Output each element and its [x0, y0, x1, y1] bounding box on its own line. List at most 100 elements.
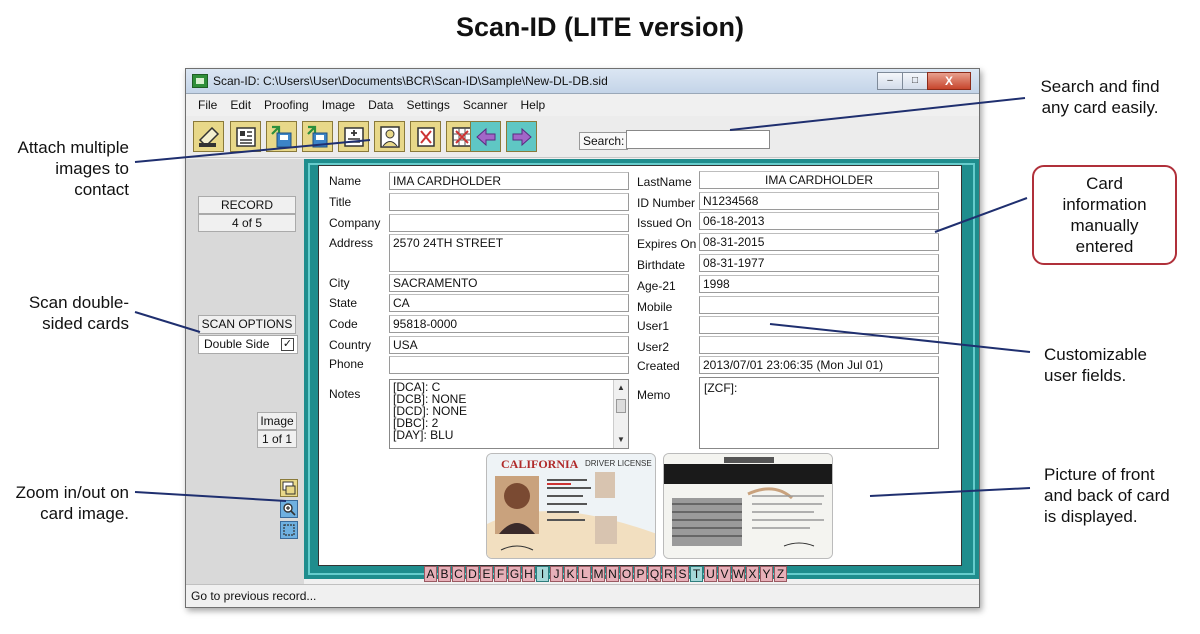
notes-field[interactable]: [DCA]: C [DCB]: NONE [DCD]: NONE [DBC]: 2 [D… [389, 379, 629, 449]
card-frame: Name Title Company Address City State Co… [304, 159, 979, 579]
alphabet-tab-o[interactable]: O [620, 566, 633, 582]
alphabet-tab-e[interactable]: E [480, 566, 493, 582]
contact-photo-icon[interactable] [374, 121, 405, 152]
lastname-label: LastName [637, 175, 692, 189]
alphabet-tab-w[interactable]: W [732, 566, 745, 582]
company-field[interactable] [389, 214, 629, 232]
alphabet-tab-u[interactable]: U [704, 566, 717, 582]
double-side-option[interactable]: Double Side ✓ [198, 335, 298, 354]
zoom-in-icon[interactable] [280, 500, 298, 518]
menu-data[interactable]: Data [362, 95, 400, 115]
scroll-up-icon[interactable]: ▲ [617, 382, 625, 394]
menu-image[interactable]: Image [316, 95, 362, 115]
lastname-field[interactable]: IMA CARDHOLDER [699, 171, 939, 189]
alphabet-tab-a[interactable]: A [424, 566, 437, 582]
alphabet-tab-z[interactable]: Z [774, 566, 787, 582]
alphabet-tab-m[interactable]: M [592, 566, 605, 582]
alphabet-tab-v[interactable]: V [718, 566, 731, 582]
country-label: Country [329, 338, 372, 352]
app-window: Scan-ID: C:\Users\User\Documents\BCR\Sca… [185, 68, 980, 608]
phone-label: Phone [329, 357, 364, 371]
menu-file[interactable]: File [192, 95, 224, 115]
record-label: RECORD [198, 196, 296, 214]
expires-on-field[interactable]: 08-31-2015 [699, 233, 939, 251]
alphabet-tab-q[interactable]: Q [648, 566, 661, 582]
issued-on-field[interactable]: 06-18-2013 [699, 212, 939, 230]
country-field[interactable]: USA [389, 336, 629, 354]
record-count: 4 of 5 [198, 214, 296, 232]
alphabet-tab-b[interactable]: B [438, 566, 451, 582]
card-front-state: CALIFORNIA [501, 457, 579, 471]
search-input[interactable] [626, 130, 770, 149]
export-icon[interactable] [266, 121, 297, 152]
card-back-image[interactable] [663, 453, 833, 559]
add-image-icon[interactable] [338, 121, 369, 152]
zoom-out-icon[interactable] [280, 521, 298, 539]
id-number-field[interactable]: N1234568 [699, 192, 939, 210]
menu-edit[interactable]: Edit [224, 95, 258, 115]
image-label: Image [257, 412, 297, 430]
name-field[interactable]: IMA CARDHOLDER [389, 172, 629, 190]
card-form: Name Title Company Address City State Co… [318, 165, 962, 566]
alphabet-tab-n[interactable]: N [606, 566, 619, 582]
next-record-icon[interactable] [506, 121, 537, 152]
callout-zoom: Zoom in/out on card image. [15, 483, 129, 523]
page-title: Scan-ID (LITE version) [455, 12, 745, 42]
address-field[interactable]: 2570 24TH STREET [389, 234, 629, 272]
alphabet-tab-h[interactable]: H [522, 566, 535, 582]
alphabet-tab-f[interactable]: F [494, 566, 507, 582]
created-field[interactable]: 2013/07/01 23:06:35 (Mon Jul 01) [699, 356, 939, 374]
scroll-down-icon[interactable]: ▼ [617, 434, 625, 446]
menu-settings[interactable]: Settings [400, 95, 456, 115]
mobile-label: Mobile [637, 300, 673, 314]
double-side-checkbox[interactable]: ✓ [281, 338, 294, 351]
alphabet-tab-g[interactable]: G [508, 566, 521, 582]
alphabet-tab-r[interactable]: R [662, 566, 675, 582]
image-count: 1 of 1 [257, 430, 297, 448]
user2-field[interactable] [699, 336, 939, 354]
code-field[interactable]: 95818-0000 [389, 315, 629, 333]
menu-scanner[interactable]: Scanner [457, 95, 515, 115]
alphabet-tab-l[interactable]: L [578, 566, 591, 582]
alphabet-tab-s[interactable]: S [676, 566, 689, 582]
save-icon[interactable] [302, 121, 333, 152]
title-bar[interactable]: Scan-ID: C:\Users\User\Documents\BCR\Sca… [186, 69, 979, 94]
scroll-thumb[interactable] [616, 399, 626, 413]
close-icon[interactable]: X [927, 72, 971, 90]
age21-field[interactable]: 1998 [699, 275, 939, 293]
issued-on-label: Issued On [637, 216, 692, 230]
mobile-field[interactable] [699, 296, 939, 314]
alphabet-tab-d[interactable]: D [466, 566, 479, 582]
title-field[interactable] [389, 193, 629, 211]
minimize-icon[interactable]: – [877, 72, 903, 90]
alphabet-tab-i[interactable]: I [536, 566, 549, 582]
notes-scrollbar[interactable]: ▲ ▼ [613, 380, 628, 448]
menu-help[interactable]: Help [515, 95, 553, 115]
card-front-image[interactable]: CALIFORNIA DRIVER LICENSE [486, 453, 656, 559]
birthdate-field[interactable]: 08-31-1977 [699, 254, 939, 272]
delete-image-icon[interactable] [410, 121, 441, 152]
phone-field[interactable] [389, 356, 629, 374]
alphabet-tab-k[interactable]: K [564, 566, 577, 582]
card-front-type: DRIVER LICENSE [585, 459, 652, 468]
memo-field[interactable]: [ZCF]: [699, 377, 939, 449]
state-field[interactable]: CA [389, 294, 629, 312]
alphabet-tab-c[interactable]: C [452, 566, 465, 582]
alphabet-tab-y[interactable]: Y [760, 566, 773, 582]
user1-field[interactable] [699, 316, 939, 334]
state-label: State [329, 296, 358, 310]
scanner-icon[interactable] [193, 121, 224, 152]
menu-proofing[interactable]: Proofing [258, 95, 316, 115]
alphabet-tab-p[interactable]: P [634, 566, 647, 582]
previous-record-icon[interactable] [470, 121, 501, 152]
maximize-icon[interactable]: □ [902, 72, 928, 90]
id-number-label: ID Number [637, 196, 696, 210]
callout-scan-double-sided: Scan double-sided cards [28, 293, 129, 333]
fit-image-icon[interactable] [280, 479, 298, 497]
alphabet-tab-j[interactable]: J [550, 566, 563, 582]
card-view-icon[interactable] [230, 121, 261, 152]
status-bar: Go to previous record... [186, 584, 979, 606]
alphabet-tab-t[interactable]: T [690, 566, 703, 582]
city-field[interactable]: SACRAMENTO [389, 274, 629, 292]
alphabet-tab-x[interactable]: X [746, 566, 759, 582]
